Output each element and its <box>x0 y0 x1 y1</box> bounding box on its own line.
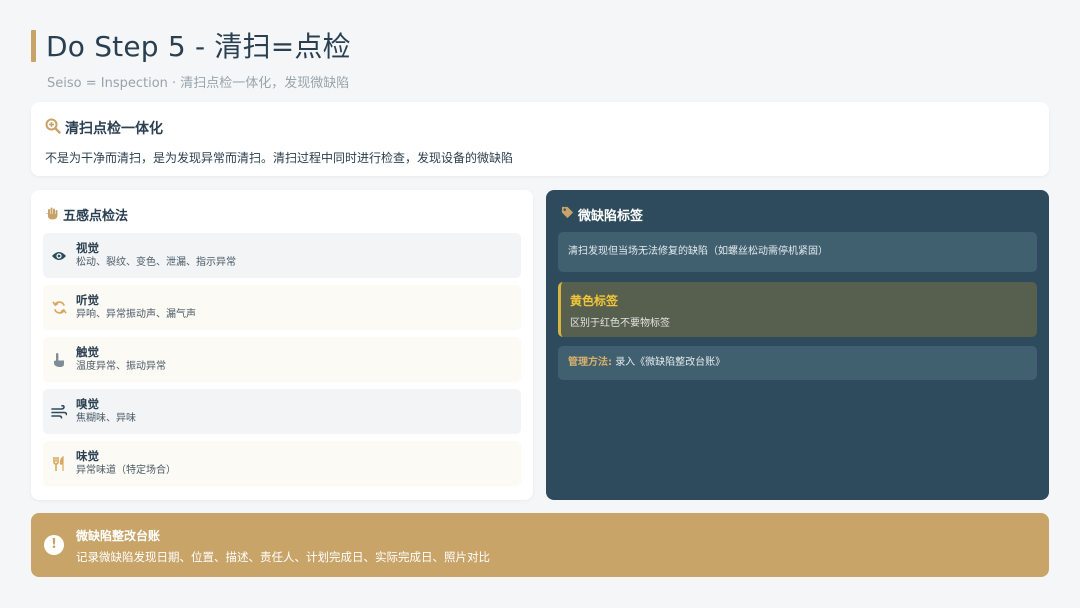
sense-item-smell: 嗅觉 焦糊味、异味 <box>43 389 521 434</box>
sense-item-sight: 视觉 松动、裂纹、变色、泄漏、指示异常 <box>43 233 521 278</box>
sense-name: 味觉 <box>76 449 99 463</box>
sense-desc: 异常味道（特定场合） <box>76 465 176 476</box>
sense-desc: 异响、异常振动声、漏气声 <box>76 309 196 320</box>
title-accent-bar <box>31 30 36 62</box>
intro-description: 不是为干净而清扫，是为发现异常而清扫。清扫过程中同时进行检查，发现设备的微缺陷 <box>45 151 514 165</box>
banner-title: 微缺陷整改台账 <box>76 529 161 543</box>
method-label: 管理方法: <box>568 357 612 368</box>
sense-item-hearing: 听觉 异响、异常振动声、漏气声 <box>43 285 521 330</box>
tag-title: 微缺陷标签 <box>578 209 644 224</box>
hand-pointer-icon <box>43 352 75 368</box>
yellow-tag-box: 黄色标签 区别于红色不要物标签 <box>558 282 1037 337</box>
sense-desc: 温度异常、振动异常 <box>76 361 166 372</box>
tag-heading: 微缺陷标签 <box>561 205 643 224</box>
eye-icon <box>43 250 75 262</box>
yellow-tag-title: 黄色标签 <box>570 294 619 308</box>
sync-icon <box>43 300 75 315</box>
tag-description: 清扫发现但当场无法修复的缺陷（如螺丝松动需停机紧固） <box>558 232 1037 272</box>
method-value: 录入《微缺陷整改台账》 <box>615 357 726 368</box>
sense-desc: 焦糊味、异味 <box>76 413 136 424</box>
sense-name: 嗅觉 <box>76 397 99 411</box>
senses-title: 五感点检法 <box>63 209 129 224</box>
wind-icon <box>43 404 75 419</box>
banner-description: 记录微缺陷发现日期、位置、描述、责任人、计划完成日、实际完成日、照片对比 <box>76 550 490 564</box>
hand-icon <box>45 206 59 224</box>
senses-heading: 五感点检法 <box>45 205 128 224</box>
intro-title: 清扫点检一体化 <box>65 121 163 137</box>
tag-icon <box>561 206 574 223</box>
sense-item-taste: 味觉 异常味道（特定场合） <box>43 441 521 486</box>
page-subtitle: Seiso = Inspection · 清扫点检一体化，发现微缺陷 <box>47 76 350 91</box>
utensils-icon <box>43 455 75 472</box>
yellow-tag-desc: 区别于红色不要物标签 <box>570 318 670 329</box>
five-senses-card: 五感点检法 视觉 松动、裂纹、变色、泄漏、指示异常 听觉 异响、异常振动声、漏气… <box>31 190 533 500</box>
exclamation-icon: ! <box>44 535 64 555</box>
sense-name: 触觉 <box>76 345 99 359</box>
intro-card: 清扫点检一体化 不是为干净而清扫，是为发现异常而清扫。清扫过程中同时进行检查，发… <box>31 102 1049 176</box>
sense-name: 视觉 <box>76 241 99 255</box>
sense-name: 听觉 <box>76 293 99 307</box>
page-title: Do Step 5 - 清扫=点检 <box>46 30 351 63</box>
search-plus-icon <box>45 118 61 138</box>
ledger-banner: ! 微缺陷整改台账 记录微缺陷发现日期、位置、描述、责任人、计划完成日、实际完成… <box>31 513 1049 577</box>
sense-item-touch: 触觉 温度异常、振动异常 <box>43 337 521 382</box>
defect-tag-card: 微缺陷标签 清扫发现但当场无法修复的缺陷（如螺丝松动需停机紧固） 黄色标签 区别… <box>546 190 1049 500</box>
sense-desc: 松动、裂纹、变色、泄漏、指示异常 <box>76 257 236 268</box>
intro-heading: 清扫点检一体化 <box>45 118 163 138</box>
management-method: 管理方法: 录入《微缺陷整改台账》 <box>558 346 1037 380</box>
